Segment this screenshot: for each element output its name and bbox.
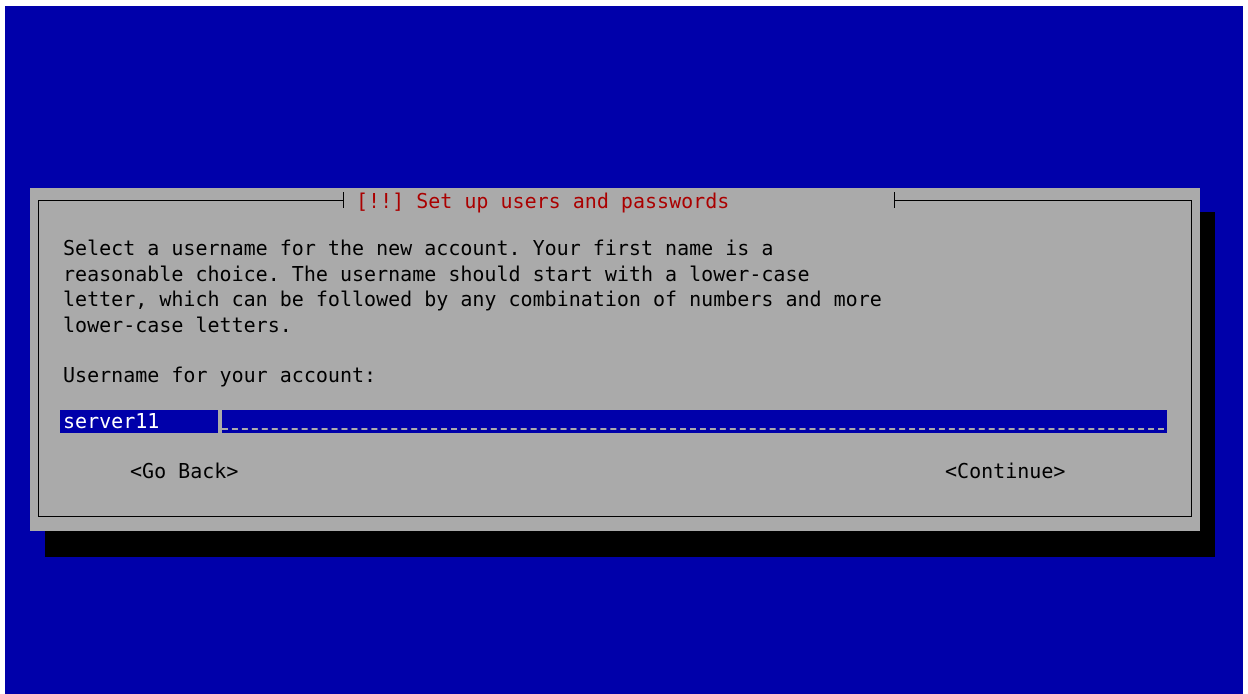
- setup-users-dialog: [!!] Set up users and passwords Select a…: [30, 188, 1200, 531]
- continue-button[interactable]: <Continue>: [945, 459, 1065, 484]
- username-input[interactable]: server11: [60, 410, 1167, 433]
- description-line: reasonable choice. The username should s…: [63, 261, 810, 286]
- title-tick-right: [894, 192, 895, 208]
- username-prompt: Username for your account:: [63, 363, 377, 387]
- description-line: letter, which can be followed by any com…: [63, 287, 882, 311]
- username-input-value: server11: [63, 410, 160, 433]
- description-line: Select a username for the new account. Y…: [63, 236, 774, 260]
- description-line: lower-case letters.: [63, 312, 292, 337]
- go-back-button[interactable]: <Go Back>: [130, 459, 238, 484]
- frame-top-border-right: [895, 200, 1191, 201]
- frame-top-border-left: [38, 200, 343, 201]
- dialog-title: [!!] Set up users and passwords: [356, 189, 730, 213]
- title-tick-left: [343, 192, 344, 208]
- dialog-description: Select a username for the new account. Y…: [63, 236, 1173, 338]
- input-underline: [222, 428, 1164, 430]
